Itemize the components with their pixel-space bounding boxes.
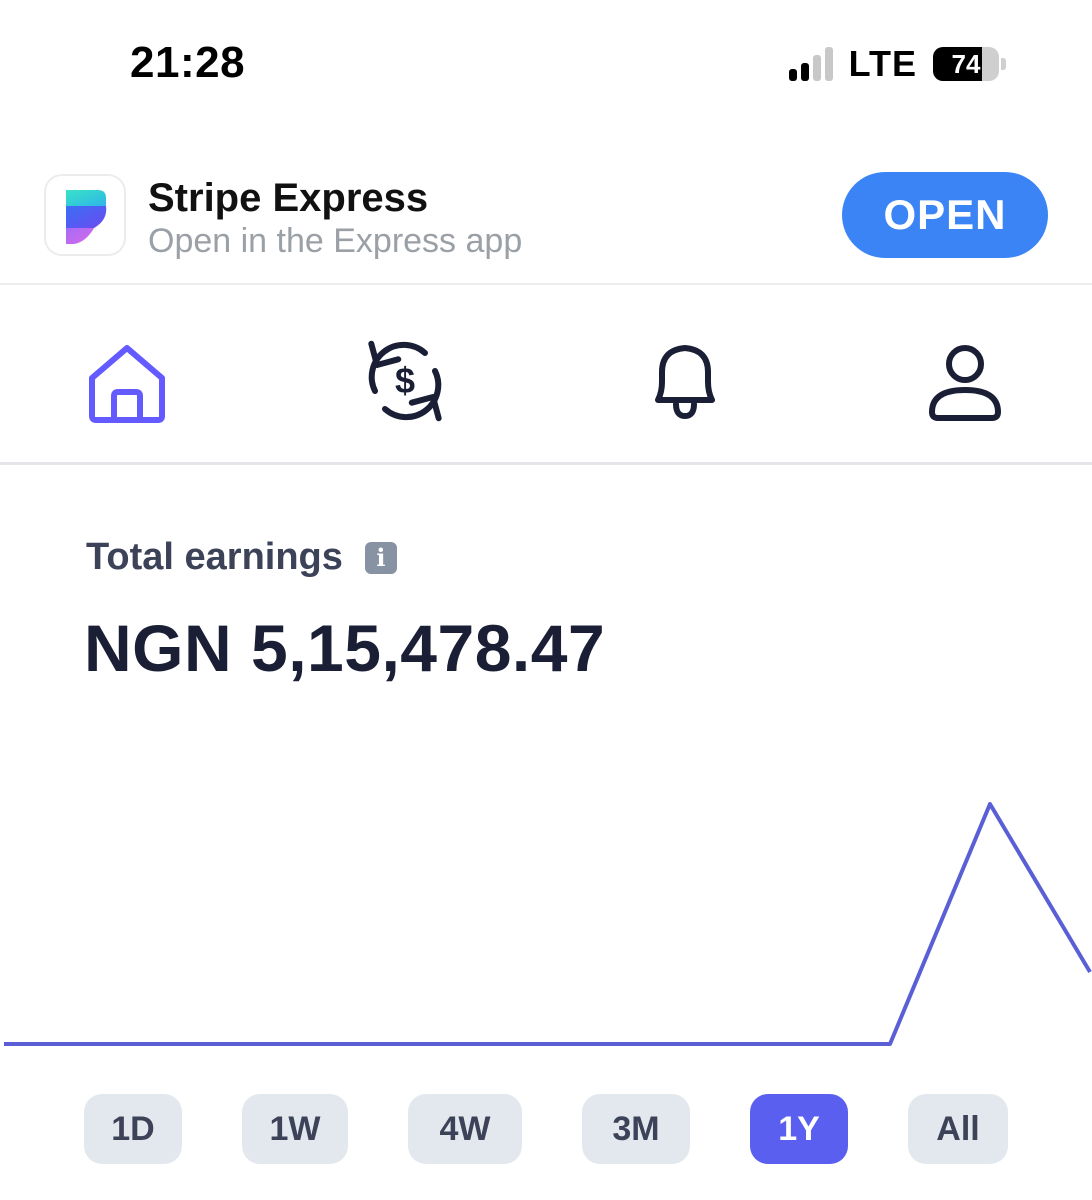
range-button-3m[interactable]: 3M [582,1094,690,1164]
earnings-series-line [4,802,1092,1046]
range-button-4w[interactable]: 4W [408,1094,522,1164]
earnings-chart[interactable] [0,780,1092,1060]
tab-payments[interactable]: $ [350,326,460,436]
tab-notifications[interactable] [630,326,740,436]
battery-percent: 74 [951,48,981,79]
page: 21:28 LTE 74 Stripe Express Open in the … [0,0,1092,1200]
bell-icon [655,345,715,420]
status-time: 21:28 [130,38,246,87]
svg-text:$: $ [395,360,415,401]
status-indicators: LTE 74 [788,40,1006,88]
earnings-header: Total earnings i [86,536,397,579]
tab-profile[interactable] [910,326,1020,436]
info-icon[interactable]: i [364,541,397,574]
range-selector: 1D 1W 4W 3M 1Y All [0,1094,1092,1164]
earnings-value: NGN 5,15,478.47 [84,611,606,685]
currency-exchange-icon: $ [368,340,442,422]
range-button-1d[interactable]: 1D [84,1094,182,1164]
battery-nub [1001,58,1006,70]
stripe-express-logo-icon [44,174,126,256]
range-button-1w[interactable]: 1W [242,1094,348,1164]
open-app-button[interactable]: OPEN [842,172,1048,258]
app-banner: Stripe Express Open in the Express app O… [0,160,1092,284]
earnings-label: Total earnings [86,536,343,578]
range-button-all[interactable]: All [908,1094,1008,1164]
person-icon [929,345,1001,421]
home-icon [89,345,165,423]
range-button-1y[interactable]: 1Y [750,1094,848,1164]
banner-subtitle[interactable]: Open in the Express app [148,222,522,261]
signal-icon [788,47,833,81]
banner-app-name: Stripe Express [148,176,429,220]
tab-bar: $ [0,300,1092,460]
network-label: LTE [848,43,917,84]
banner-divider [0,283,1092,285]
battery-icon: 74 [933,47,999,81]
nav-divider [0,462,1092,465]
tab-home[interactable] [72,326,182,436]
